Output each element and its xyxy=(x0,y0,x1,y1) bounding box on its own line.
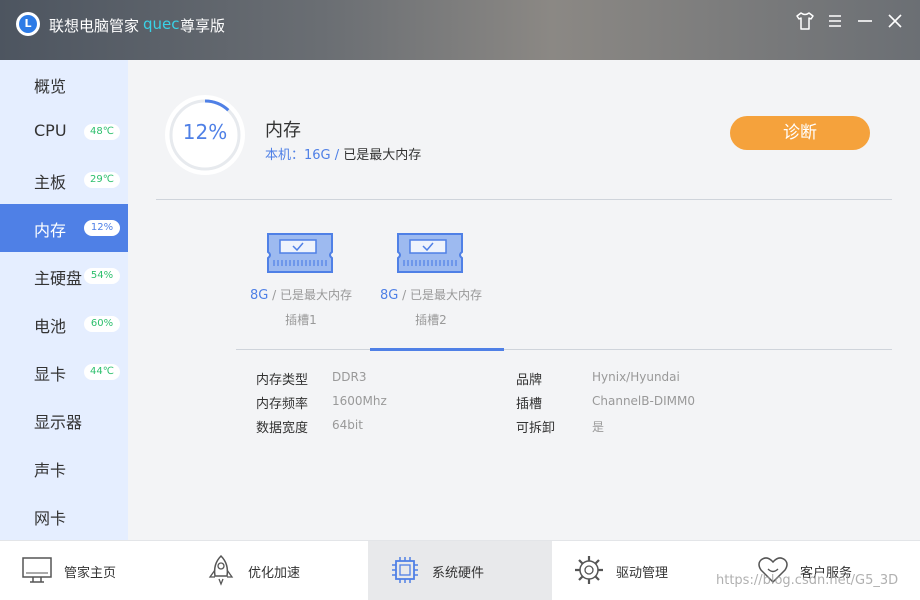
shirt-icon[interactable] xyxy=(794,10,816,32)
edition-label: 尊享版 xyxy=(180,17,226,35)
spec-value: Hynix/Hyundai xyxy=(592,370,680,384)
usage-badge: 54% xyxy=(84,268,120,284)
spec-label: 可拆卸 xyxy=(516,421,556,436)
spec-label: 内存频率 xyxy=(256,397,309,412)
watermark: https://blog.csdn.net/G5_3D xyxy=(716,573,899,588)
minimize-icon[interactable] xyxy=(854,10,876,32)
nav-driver[interactable]: 驱动管理 xyxy=(552,541,736,600)
nav-label: 优化加速 xyxy=(248,566,301,581)
spec-value: 64bit xyxy=(332,418,363,432)
spec-label: 品牌 xyxy=(516,373,543,388)
title-bar: L 联想电脑管家 quec 尊享版 xyxy=(0,0,920,60)
rocket-icon xyxy=(208,554,234,586)
sidebar-item-label: 电池 xyxy=(34,317,67,336)
sidebar-item-network[interactable]: 网卡 xyxy=(0,492,128,540)
ram-module-icon xyxy=(267,233,333,273)
nav-service[interactable]: 客户服务 xyxy=(736,541,920,600)
sidebar-item-soundcard[interactable]: 声卡 xyxy=(0,444,128,492)
ram-module-icon xyxy=(397,233,463,273)
sidebar-item-label: 主硬盘 xyxy=(34,269,83,288)
bottom-nav: 管家主页 优化加速 系统硬件 驱动管理 客户服务 xyxy=(0,540,920,600)
sidebar-item-memory[interactable]: 内存 12% xyxy=(0,204,128,252)
spec-value: ChannelB-DIMM0 xyxy=(592,394,695,408)
sidebar-item-motherboard[interactable]: 主板 29℃ xyxy=(0,156,128,204)
spec-label: 内存类型 xyxy=(256,373,309,388)
sidebar-item-label: CPU xyxy=(34,121,67,140)
sidebar-item-graphics[interactable]: 显卡 44℃ xyxy=(0,348,128,396)
nav-hardware[interactable]: 系统硬件 xyxy=(368,541,552,600)
close-icon[interactable] xyxy=(884,10,906,32)
slot-note: 已是最大内存 xyxy=(410,288,483,302)
diagnose-button[interactable]: 诊断 xyxy=(730,116,870,150)
sidebar-item-label: 内存 xyxy=(34,221,67,240)
chip-icon xyxy=(392,557,418,583)
usage-percent: 12% xyxy=(182,120,228,144)
sidebar-item-label: 主板 xyxy=(34,173,67,192)
slot-note: 已是最大内存 xyxy=(280,288,353,302)
usage-badge: 60% xyxy=(84,316,120,332)
slot-size: 8G xyxy=(249,288,269,303)
slot-separator: / xyxy=(402,288,407,302)
user-name[interactable]: quec xyxy=(143,15,180,33)
sidebar-item-battery[interactable]: 电池 60% xyxy=(0,300,128,348)
divider xyxy=(236,349,892,350)
max-memory-note: 已是最大内存 xyxy=(343,148,422,163)
memory-panel: 12% 内存 本机：16G / 已是最大内存 诊断 8G / 已是最大内存 插槽… xyxy=(128,60,920,540)
sidebar-item-label: 显卡 xyxy=(34,365,67,384)
slot-info: 8G / 已是最大内存 xyxy=(236,286,366,303)
memory-slot-1[interactable]: 8G / 已是最大内存 插槽1 xyxy=(236,232,366,332)
spec-label: 插槽 xyxy=(516,397,543,412)
selected-slot-indicator xyxy=(370,348,504,351)
summary-separator: / xyxy=(334,148,340,163)
sidebar-item-label: 网卡 xyxy=(34,509,67,528)
lenovo-logo-icon: L xyxy=(16,12,40,36)
sidebar: 概览 CPU 48℃ 主板 29℃ 内存 12% 主硬盘 54% 电池 60% … xyxy=(0,60,128,540)
nav-label: 驱动管理 xyxy=(616,566,669,581)
divider xyxy=(156,199,892,200)
sidebar-item-label: 概览 xyxy=(34,77,67,96)
sidebar-item-cpu[interactable]: CPU 48℃ xyxy=(0,108,128,156)
temperature-badge: 44℃ xyxy=(84,364,120,380)
temperature-badge: 48℃ xyxy=(84,124,120,140)
spec-label: 数据宽度 xyxy=(256,421,309,436)
app-name: 联想电脑管家 xyxy=(49,17,140,35)
slot-separator: / xyxy=(272,288,277,302)
menu-icon[interactable] xyxy=(824,10,846,32)
sidebar-item-label: 显示器 xyxy=(34,413,83,432)
memory-slot-2[interactable]: 8G / 已是最大内存 插槽2 xyxy=(366,232,496,332)
slot-name: 插槽1 xyxy=(285,313,317,327)
local-memory: 本机：16G xyxy=(265,148,331,163)
nav-label: 管家主页 xyxy=(64,566,117,581)
spec-value: DDR3 xyxy=(332,370,367,384)
nav-optimize[interactable]: 优化加速 xyxy=(184,541,368,600)
slot-info: 8G / 已是最大内存 xyxy=(366,286,496,303)
page-title: 内存 xyxy=(265,120,301,141)
logo-letter: L xyxy=(19,15,37,33)
usage-badge: 12% xyxy=(84,220,120,236)
sidebar-item-harddisk[interactable]: 主硬盘 54% xyxy=(0,252,128,300)
sidebar-item-label: 声卡 xyxy=(34,461,67,480)
temperature-badge: 29℃ xyxy=(84,172,120,188)
sidebar-item-overview[interactable]: 概览 xyxy=(0,60,128,108)
sidebar-item-display[interactable]: 显示器 xyxy=(0,396,128,444)
slot-name: 插槽2 xyxy=(415,313,447,327)
slot-size: 8G xyxy=(379,288,399,303)
spec-value: 是 xyxy=(592,420,605,434)
memory-summary: 本机：16G / 已是最大内存 xyxy=(265,144,421,163)
nav-label: 系统硬件 xyxy=(432,566,485,581)
gear-icon xyxy=(575,556,603,584)
spec-value: 1600Mhz xyxy=(332,394,387,408)
nav-home[interactable]: 管家主页 xyxy=(0,541,184,600)
monitor-icon xyxy=(22,557,52,583)
